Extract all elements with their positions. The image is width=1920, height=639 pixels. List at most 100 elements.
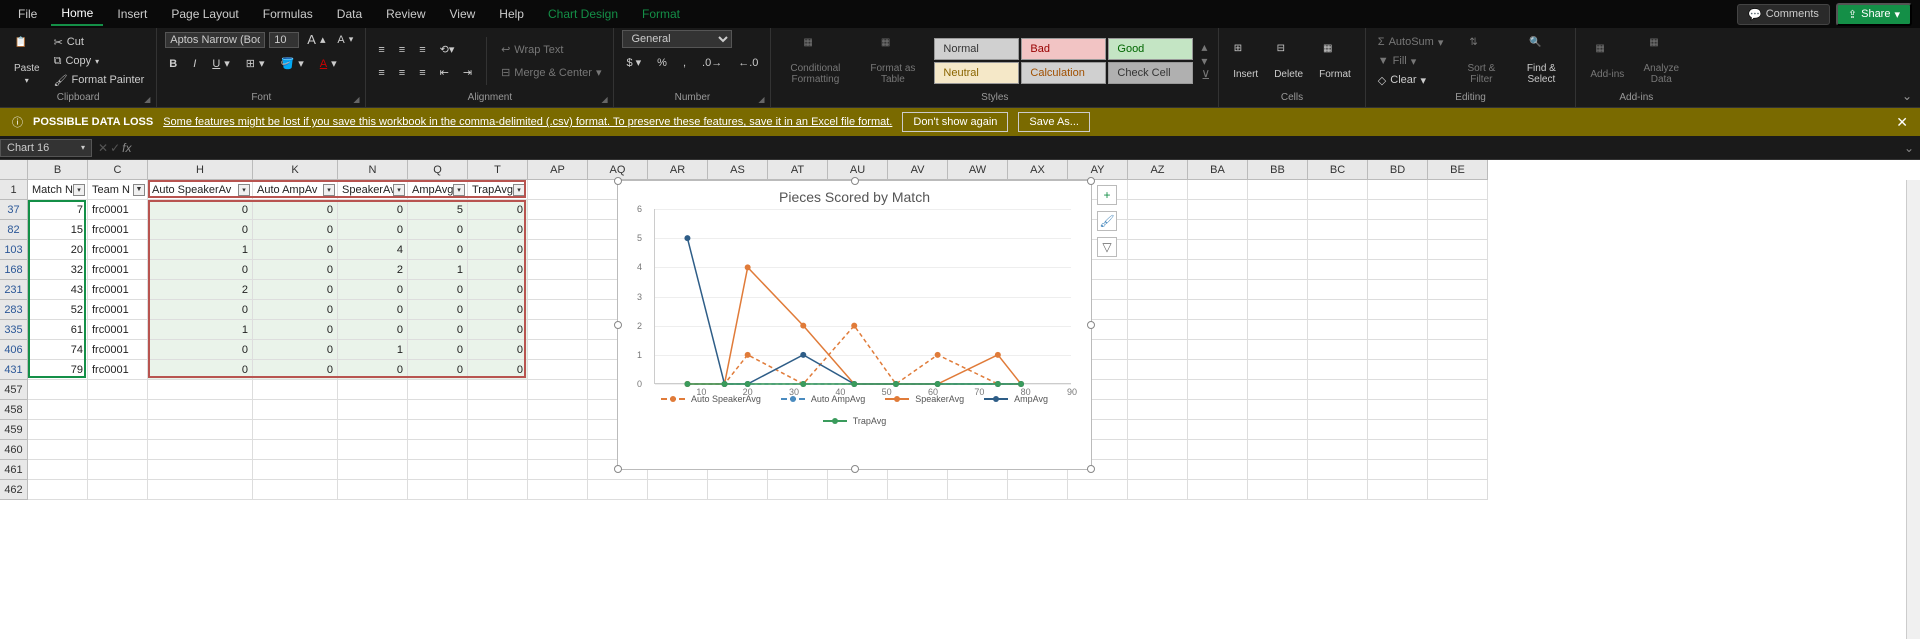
filter-button[interactable]: ▼: [133, 184, 145, 196]
cell[interactable]: [148, 400, 253, 420]
cell[interactable]: [253, 480, 338, 500]
align-bottom-button[interactable]: ≡: [415, 41, 429, 58]
dont-show-again-button[interactable]: Don't show again: [902, 112, 1008, 132]
cell[interactable]: [528, 400, 588, 420]
cell[interactable]: [28, 440, 88, 460]
cell[interactable]: [1128, 280, 1188, 300]
cell[interactable]: [1248, 400, 1308, 420]
cell[interactable]: [1368, 300, 1428, 320]
cell[interactable]: Auto AmpAv▾: [253, 180, 338, 200]
fx-icon[interactable]: fx: [122, 141, 131, 155]
cell[interactable]: [408, 460, 468, 480]
cell[interactable]: [528, 240, 588, 260]
cell[interactable]: [1428, 340, 1488, 360]
styles-up-button[interactable]: ▴: [1201, 40, 1210, 54]
cell[interactable]: [888, 480, 948, 500]
column-header[interactable]: BD: [1368, 160, 1428, 180]
column-header[interactable]: AV: [888, 160, 948, 180]
cell[interactable]: 0: [253, 360, 338, 380]
cell[interactable]: [1428, 240, 1488, 260]
wrap-text-button[interactable]: ↩Wrap Text: [497, 41, 605, 58]
cell[interactable]: [1188, 440, 1248, 460]
cell[interactable]: [1368, 360, 1428, 380]
cell[interactable]: [338, 380, 408, 400]
cell[interactable]: [1068, 480, 1128, 500]
cell[interactable]: [1368, 440, 1428, 460]
find-select-button[interactable]: 🔍Find & Select: [1515, 33, 1567, 89]
column-header[interactable]: AZ: [1128, 160, 1188, 180]
cell[interactable]: [1248, 480, 1308, 500]
cell[interactable]: [1428, 180, 1488, 200]
cell[interactable]: [1368, 200, 1428, 220]
cell[interactable]: [528, 360, 588, 380]
cell[interactable]: [28, 420, 88, 440]
cell[interactable]: 52: [28, 300, 88, 320]
row-header[interactable]: 335: [0, 320, 28, 340]
chart-object[interactable]: Pieces Scored by Match 01234561020304050…: [617, 180, 1092, 470]
cell[interactable]: SpeakerAv▾: [338, 180, 408, 200]
chart-filters-button[interactable]: ▽: [1097, 237, 1117, 257]
cell[interactable]: [1188, 240, 1248, 260]
cell[interactable]: [1128, 240, 1188, 260]
cell[interactable]: [468, 480, 528, 500]
cell[interactable]: [338, 480, 408, 500]
cell[interactable]: [1428, 460, 1488, 480]
column-header[interactable]: Q: [408, 160, 468, 180]
cell[interactable]: 0: [468, 280, 528, 300]
cell[interactable]: [1188, 480, 1248, 500]
column-header[interactable]: AT: [768, 160, 828, 180]
cell[interactable]: 0: [468, 360, 528, 380]
chart-styles-button[interactable]: 🖌: [1097, 211, 1117, 231]
cell[interactable]: 0: [253, 200, 338, 220]
cell[interactable]: [1128, 360, 1188, 380]
insert-cells-button[interactable]: ⊞Insert: [1227, 39, 1264, 84]
cell[interactable]: [528, 300, 588, 320]
filter-button[interactable]: ▾: [73, 184, 85, 196]
column-header[interactable]: AP: [528, 160, 588, 180]
cell[interactable]: [1428, 200, 1488, 220]
cell[interactable]: [1308, 320, 1368, 340]
cell[interactable]: [1128, 400, 1188, 420]
menu-item-review[interactable]: Review: [376, 3, 435, 25]
cell[interactable]: 0: [253, 280, 338, 300]
menu-item-data[interactable]: Data: [327, 3, 372, 25]
cell[interactable]: [88, 380, 148, 400]
row-header[interactable]: 462: [0, 480, 28, 500]
style-calculation[interactable]: Calculation: [1021, 62, 1106, 84]
cell[interactable]: [1428, 380, 1488, 400]
format-as-table-button[interactable]: ▦Format as Table: [859, 33, 926, 89]
cell[interactable]: frc0001: [88, 240, 148, 260]
format-cells-button[interactable]: ▦Format: [1313, 39, 1357, 84]
cell[interactable]: 43: [28, 280, 88, 300]
cell[interactable]: 0: [148, 200, 253, 220]
cell[interactable]: [253, 400, 338, 420]
cell[interactable]: [1248, 300, 1308, 320]
cell[interactable]: [338, 420, 408, 440]
cell[interactable]: [1368, 420, 1428, 440]
cell[interactable]: Auto SpeakerAv▾: [148, 180, 253, 200]
style-normal[interactable]: Normal: [934, 38, 1019, 60]
cell[interactable]: [1128, 320, 1188, 340]
menu-item-formulas[interactable]: Formulas: [253, 3, 323, 25]
cell[interactable]: 0: [468, 260, 528, 280]
menu-item-help[interactable]: Help: [489, 3, 534, 25]
conditional-formatting-button[interactable]: ▦Conditional Formatting: [779, 33, 851, 89]
cell[interactable]: [1128, 440, 1188, 460]
cell[interactable]: 0: [338, 360, 408, 380]
cell[interactable]: 0: [468, 220, 528, 240]
filter-button[interactable]: ▾: [393, 184, 405, 196]
name-box[interactable]: Chart 16 ▾: [0, 139, 92, 157]
cell[interactable]: [1248, 340, 1308, 360]
cell[interactable]: [1248, 240, 1308, 260]
cell[interactable]: [1128, 260, 1188, 280]
cell[interactable]: 0: [148, 340, 253, 360]
cell[interactable]: [1428, 480, 1488, 500]
styles-down-button[interactable]: ▾: [1201, 54, 1210, 68]
cell[interactable]: [408, 480, 468, 500]
row-header[interactable]: 37: [0, 200, 28, 220]
menu-item-insert[interactable]: Insert: [107, 3, 157, 25]
row-header[interactable]: 168: [0, 260, 28, 280]
addins-button[interactable]: ▦Add-ins: [1584, 39, 1630, 84]
cell[interactable]: [1248, 440, 1308, 460]
cell[interactable]: [1308, 300, 1368, 320]
